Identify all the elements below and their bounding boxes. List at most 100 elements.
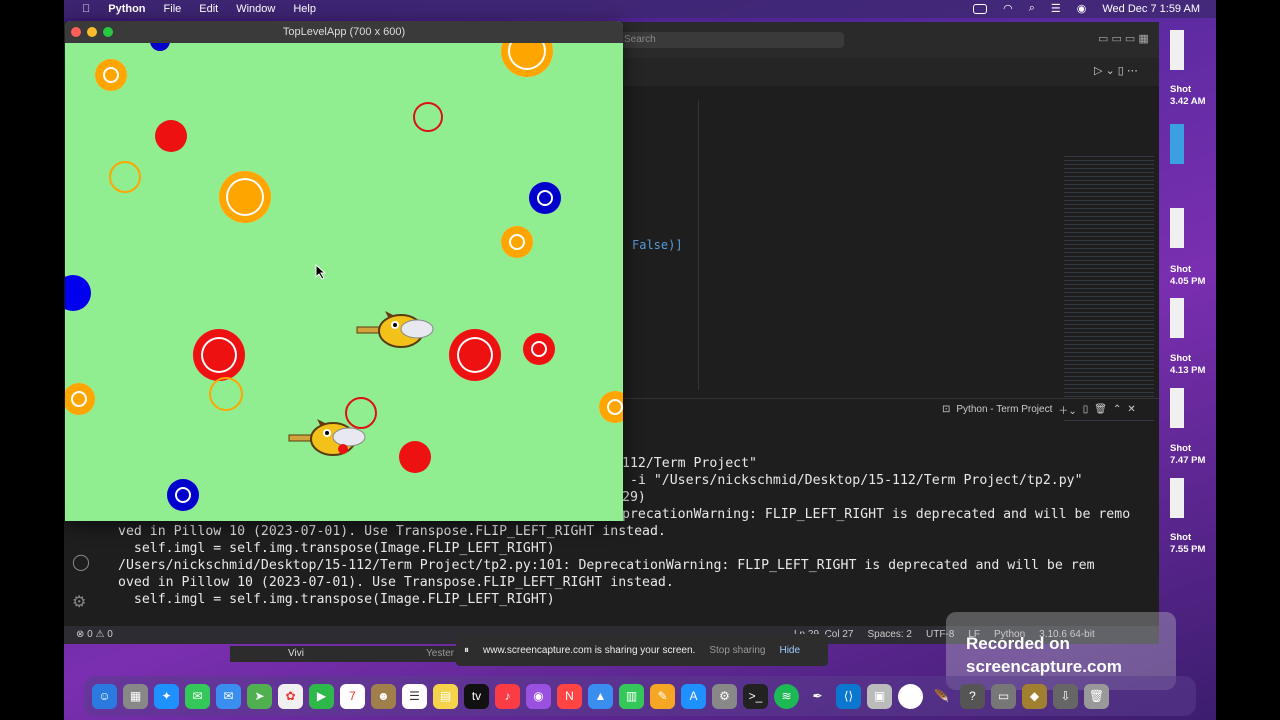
control-center-icon[interactable]: ☰ — [1051, 2, 1061, 15]
pause-icon[interactable]: ⏸ — [464, 645, 469, 656]
launchpad-icon[interactable]: ▦ — [123, 683, 148, 709]
red-ball — [155, 120, 187, 152]
desktop:  Python File Edit Window Help ◠ ⌕ ☰ ◉ W… — [64, 0, 1216, 720]
menu-app-python[interactable]: Python — [108, 3, 145, 15]
menu-window[interactable]: Window — [236, 3, 275, 15]
orange-ring — [209, 377, 243, 411]
screen-share-notification: ⏸ www.screencapture.com is sharing your … — [456, 634, 828, 666]
terminal-line: self.imgl = self.img.transpose(Image.FLI… — [118, 541, 555, 556]
wifi-icon[interactable]: ◠ — [1003, 2, 1013, 15]
podcasts-icon[interactable]: ◉ — [526, 683, 551, 709]
terminal-line: precationWarning: FLIP_LEFT_RIGHT is dep… — [622, 507, 1131, 522]
folder-icon[interactable]: ▭ — [991, 683, 1016, 709]
app-icon[interactable]: ◆ — [1022, 683, 1047, 709]
trash-icon[interactable]: 🗑 — [1094, 404, 1107, 415]
settings-icon[interactable]: ⚙ — [712, 683, 737, 709]
preview-icon[interactable]: ▣ — [867, 683, 892, 709]
terminal-app-icon[interactable]: >_ — [743, 683, 768, 709]
red-ball — [523, 333, 555, 365]
news-icon[interactable]: N — [557, 683, 582, 709]
siri-icon[interactable]: ◉ — [1077, 2, 1087, 15]
clock[interactable]: Wed Dec 7 1:59 AM — [1102, 3, 1200, 15]
contact-name[interactable]: Vivi — [288, 648, 304, 659]
blue-ball — [150, 43, 170, 51]
pen-tool-icon[interactable]: ✒ — [805, 684, 830, 709]
terminal-title[interactable]: Python - Term Project — [956, 404, 1052, 415]
pages-icon[interactable]: ✎ — [650, 683, 675, 709]
dock: ☺ ▦ ✦ ✉ ✉ ➤ ✿ ▶ 7 ☻ ☰ ▤ tv ♪ ◉ N ▲ ▥ ✎ A… — [84, 676, 1196, 716]
red-ball — [193, 329, 245, 381]
menu-file[interactable]: File — [164, 3, 182, 15]
desktop-file-label: Shot 4.13 PM — [1170, 353, 1206, 376]
game-titlebar: TopLevelApp (700 x 600) — [65, 21, 623, 43]
battery-icon[interactable] — [973, 3, 988, 14]
stop-sharing-button[interactable]: Stop sharing — [709, 645, 765, 656]
desktop-file-icon[interactable] — [1170, 124, 1184, 164]
music-icon[interactable]: ♪ — [495, 683, 520, 709]
gear-icon[interactable]: ⚙ — [72, 592, 90, 612]
watermark-line: Recorded on — [966, 634, 1070, 653]
desktop-file-label: Shot 4.05 PM — [1170, 264, 1206, 287]
game-canvas[interactable] — [65, 43, 623, 521]
orange-ball — [501, 226, 533, 258]
orange-ball — [501, 43, 553, 77]
calendar-icon[interactable]: 7 — [340, 683, 365, 709]
contacts-icon[interactable]: ☻ — [371, 683, 396, 709]
run-icon[interactable]: ▷ ⌄ ▯ ⋯ — [1094, 64, 1138, 77]
desktop-file-label: Shot 7.47 PM — [1170, 443, 1206, 466]
facetime-icon[interactable]: ▶ — [309, 683, 334, 709]
orange-ball — [599, 391, 623, 423]
blue-ball — [65, 275, 91, 311]
tv-icon[interactable]: tv — [464, 683, 489, 709]
desktop-file-icon[interactable] — [1170, 478, 1184, 518]
app-store-icon[interactable]: A — [681, 683, 706, 709]
zoom-button[interactable] — [103, 27, 113, 37]
blue-ball — [529, 182, 561, 214]
command-search-input[interactable]: Search — [620, 32, 844, 48]
message-time: Yester — [426, 648, 454, 659]
safari-icon[interactable]: ✦ — [154, 683, 179, 709]
trash-bin-icon[interactable]: 🗑 — [1084, 683, 1109, 709]
terminal-icon: ⊡ — [942, 404, 951, 415]
maximize-panel-icon[interactable]: ⌃ — [1113, 404, 1121, 415]
red-ring — [413, 102, 443, 132]
chrome-icon[interactable]: ◎ — [898, 683, 923, 709]
mail-icon[interactable]: ✉ — [216, 683, 241, 709]
python-launcher-icon[interactable]: 🪶 — [929, 684, 954, 709]
notes-icon[interactable]: ▤ — [433, 683, 458, 709]
account-icon[interactable]: ◯ — [72, 552, 90, 572]
ruler — [698, 100, 699, 390]
downloads-icon[interactable]: ⇩ — [1053, 683, 1078, 709]
help-icon[interactable]: ? — [960, 683, 985, 709]
orange-ball — [219, 171, 271, 223]
desktop-file-icon[interactable] — [1170, 298, 1184, 338]
problems-count[interactable]: ⊗ 0 ⚠ 0 — [76, 629, 113, 640]
add-terminal-icon[interactable]: ＋⌄ — [1058, 402, 1076, 417]
layout-icons[interactable]: ▭ ▭ ▭ ▦ — [1098, 32, 1149, 45]
menu-help[interactable]: Help — [293, 3, 316, 15]
apple-icon[interactable]:  — [82, 3, 90, 15]
close-panel-icon[interactable]: ✕ — [1127, 404, 1135, 415]
close-button[interactable] — [71, 27, 81, 37]
desktop-file-icon[interactable] — [1170, 30, 1184, 70]
reminders-icon[interactable]: ☰ — [402, 683, 427, 709]
messages-icon[interactable]: ✉ — [185, 683, 210, 709]
maps-icon[interactable]: ➤ — [247, 683, 272, 709]
indentation[interactable]: Spaces: 2 — [868, 629, 912, 640]
split-terminal-icon[interactable]: ▯ — [1083, 404, 1089, 415]
orange-ball — [95, 59, 127, 91]
desktop-file-icon[interactable] — [1170, 388, 1184, 428]
bird-sprite — [356, 311, 434, 348]
hide-button[interactable]: Hide — [779, 645, 800, 656]
game-window-title: TopLevelApp (700 x 600) — [282, 26, 406, 38]
menu-edit[interactable]: Edit — [199, 3, 218, 15]
minimize-button[interactable] — [87, 27, 97, 37]
desktop-file-icon[interactable] — [1170, 208, 1184, 248]
vscode-icon[interactable]: ⟨⟩ — [836, 683, 861, 709]
spotify-icon[interactable]: ≋ — [774, 683, 799, 709]
photos-icon[interactable]: ✿ — [278, 683, 303, 709]
search-icon[interactable]: ⌕ — [1029, 2, 1035, 15]
numbers-icon[interactable]: ▥ — [619, 683, 644, 709]
keynote-icon[interactable]: ▲ — [588, 683, 613, 709]
finder-icon[interactable]: ☺ — [92, 683, 117, 709]
